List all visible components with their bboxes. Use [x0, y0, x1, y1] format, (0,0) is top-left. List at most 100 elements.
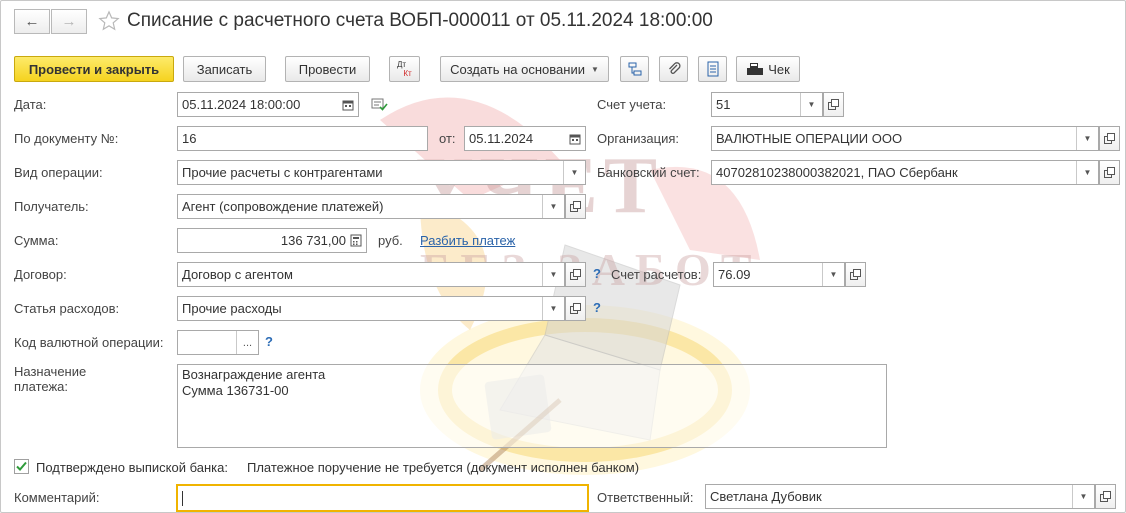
- payment-order-note: Платежное поручение не требуется (докуме…: [247, 460, 640, 475]
- expense-item-select[interactable]: Прочие расходы ▼: [177, 296, 565, 321]
- doc-number-value: 16: [182, 131, 197, 146]
- organization-select[interactable]: ВАЛЮТНЫЕ ОПЕРАЦИИ ООО ▼: [711, 126, 1099, 151]
- comment-input[interactable]: [176, 484, 589, 512]
- print-list-button[interactable]: [698, 56, 727, 82]
- doc-date-value: 05.11.2024: [469, 131, 534, 146]
- open-form-icon: [570, 303, 581, 314]
- open-form-icon: [570, 269, 581, 280]
- amount-value: 136 731,00: [280, 233, 346, 248]
- contract-select[interactable]: Договор с агентом ▼: [177, 262, 565, 287]
- arrow-right-icon: →: [61, 13, 77, 30]
- create-based-on-button[interactable]: Создать на основании ▼: [440, 56, 609, 82]
- recipient-select[interactable]: Агент (сопровождение платежей) ▼: [177, 194, 565, 219]
- post-and-close-button[interactable]: Провести и закрыть: [14, 56, 174, 82]
- currency-label: руб.: [378, 233, 403, 248]
- create-based-on-label: Создать на основании: [450, 61, 585, 77]
- operation-type-label: Вид операции:: [14, 165, 103, 180]
- organization-open-button[interactable]: [1099, 126, 1120, 151]
- chevron-down-icon[interactable]: ▼: [822, 263, 844, 286]
- text-cursor: [182, 490, 183, 506]
- settlement-account-label: Счет расчетов:: [611, 267, 702, 282]
- doc-date-label: от:: [439, 131, 456, 146]
- purpose-textarea[interactable]: Вознаграждение агента Сумма 136731-00: [177, 364, 887, 448]
- open-form-icon: [828, 99, 839, 110]
- calculator-icon[interactable]: [350, 234, 362, 247]
- organization-value: ВАЛЮТНЫЕ ОПЕРАЦИИ ООО: [716, 131, 903, 146]
- bank-account-open-button[interactable]: [1099, 160, 1120, 185]
- favorite-star-icon[interactable]: [98, 10, 120, 32]
- operation-type-value: Прочие расчеты с контрагентами: [182, 165, 383, 180]
- save-button[interactable]: Записать: [183, 56, 266, 82]
- open-form-icon: [1104, 167, 1115, 178]
- chevron-down-icon[interactable]: ▼: [563, 161, 585, 184]
- dt-kt-button[interactable]: Дт Кт: [389, 56, 420, 82]
- date-edit-check-icon[interactable]: [371, 97, 388, 111]
- document-list-icon: [707, 61, 718, 77]
- post-button[interactable]: Провести: [285, 56, 370, 82]
- doc-number-field[interactable]: 16: [177, 126, 428, 151]
- amount-label: Сумма:: [14, 233, 59, 248]
- contract-value: Договор с агентом: [182, 267, 293, 282]
- cash-register-icon: [747, 63, 764, 75]
- expense-item-label: Статья расходов:: [14, 301, 120, 316]
- date-value: 05.11.2024 18:00:00: [182, 97, 301, 112]
- kt-label: Кт: [403, 69, 412, 78]
- account-open-button[interactable]: [823, 92, 844, 117]
- expense-item-help-icon[interactable]: ?: [593, 300, 601, 315]
- account-select[interactable]: 51 ▼: [711, 92, 823, 117]
- organization-label: Организация:: [597, 131, 680, 146]
- open-form-icon: [1100, 491, 1111, 502]
- operation-type-select[interactable]: Прочие расчеты с контрагентами ▼: [177, 160, 586, 185]
- structure-button[interactable]: [620, 56, 649, 82]
- chevron-down-icon[interactable]: ▼: [542, 195, 564, 218]
- doc-number-label: По документу №:: [14, 131, 119, 146]
- recipient-value: Агент (сопровождение платежей): [182, 199, 384, 214]
- contract-open-button[interactable]: [565, 262, 586, 287]
- calendar-icon[interactable]: [569, 133, 581, 145]
- hierarchy-icon: [628, 62, 641, 76]
- bank-account-label: Банковский счет:: [597, 165, 700, 180]
- chevron-down-icon[interactable]: ▼: [542, 297, 564, 320]
- attach-button[interactable]: [659, 56, 688, 82]
- recipient-open-button[interactable]: [565, 194, 586, 219]
- chevron-down-icon: ▼: [590, 64, 599, 74]
- receipt-button[interactable]: Чек: [736, 56, 800, 82]
- expense-item-open-button[interactable]: [565, 296, 586, 321]
- responsible-label: Ответственный:: [597, 490, 694, 505]
- purpose-label: Назначение платежа:: [14, 364, 87, 394]
- bank-account-value: 40702810238000382021, ПАО Сбербанк: [716, 165, 958, 180]
- contract-label: Договор:: [14, 267, 67, 282]
- chevron-down-icon[interactable]: ▼: [800, 93, 822, 116]
- checkmark-icon: [16, 461, 27, 471]
- receipt-label: Чек: [768, 61, 790, 77]
- doc-date-field[interactable]: 05.11.2024: [464, 126, 586, 151]
- currency-op-code-label: Код валютной операции:: [14, 335, 164, 350]
- currency-op-code-help-icon[interactable]: ?: [265, 334, 273, 349]
- responsible-value: Светлана Дубовик: [710, 489, 822, 504]
- open-form-icon: [850, 269, 861, 280]
- split-payment-link[interactable]: Разбить платеж: [420, 233, 515, 248]
- open-form-icon: [570, 201, 581, 212]
- responsible-open-button[interactable]: [1095, 484, 1116, 509]
- recipient-label: Получатель:: [14, 199, 89, 214]
- amount-field[interactable]: 136 731,00: [177, 228, 367, 253]
- forward-button[interactable]: →: [51, 9, 87, 34]
- confirmed-checkbox[interactable]: [14, 459, 29, 474]
- settlement-account-select[interactable]: 76.09 ▼: [713, 262, 845, 287]
- chevron-down-icon[interactable]: ▼: [542, 263, 564, 286]
- account-label: Счет учета:: [597, 97, 667, 112]
- settlement-account-open-button[interactable]: [845, 262, 866, 287]
- date-label: Дата:: [14, 97, 47, 112]
- back-button[interactable]: ←: [14, 9, 50, 34]
- chevron-down-icon[interactable]: ▼: [1072, 485, 1094, 508]
- chevron-down-icon[interactable]: ▼: [1076, 127, 1098, 150]
- bank-account-select[interactable]: 40702810238000382021, ПАО Сбербанк ▼: [711, 160, 1099, 185]
- contract-help-icon[interactable]: ?: [593, 266, 601, 281]
- date-field[interactable]: 05.11.2024 18:00:00: [177, 92, 359, 117]
- choose-button[interactable]: ...: [236, 331, 258, 354]
- responsible-select[interactable]: Светлана Дубовик ▼: [705, 484, 1095, 509]
- currency-op-code-field[interactable]: ...: [177, 330, 259, 355]
- calendar-icon[interactable]: [342, 99, 354, 111]
- confirmed-label: Подтверждено выпиской банка:: [36, 460, 228, 475]
- chevron-down-icon[interactable]: ▼: [1076, 161, 1098, 184]
